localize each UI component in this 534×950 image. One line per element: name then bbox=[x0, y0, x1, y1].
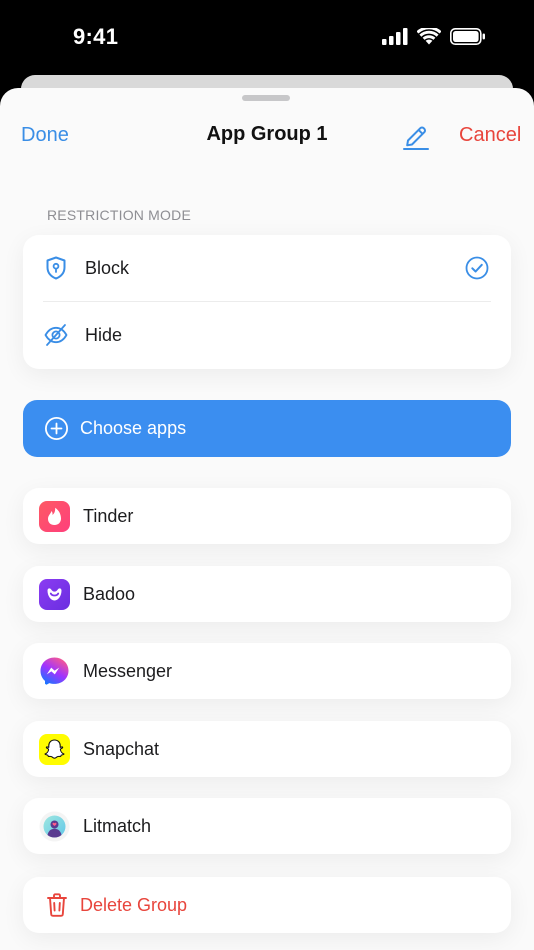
checkmark-circle-icon bbox=[464, 255, 490, 281]
shield-lock-icon bbox=[43, 255, 69, 281]
app-label-litmatch: Litmatch bbox=[83, 816, 152, 836]
mode-option-hide[interactable]: Hide bbox=[23, 302, 511, 368]
mode-label-block: Block bbox=[85, 258, 130, 278]
cellular-signal-icon bbox=[382, 28, 408, 45]
plus-circle-icon bbox=[44, 416, 69, 441]
restriction-mode-label: RESTRICTION MODE bbox=[47, 207, 191, 223]
app-label-badoo: Badoo bbox=[83, 584, 136, 604]
messenger-icon bbox=[39, 656, 70, 687]
snapchat-icon bbox=[39, 734, 70, 765]
mode-label-hide: Hide bbox=[85, 325, 123, 345]
wifi-icon bbox=[417, 28, 441, 45]
litmatch-icon bbox=[39, 811, 70, 842]
app-group-sheet: Done App Group 1 Cancel RESTRICTION MODE… bbox=[0, 88, 534, 950]
eye-slash-icon bbox=[43, 322, 69, 348]
pencil-icon bbox=[403, 126, 429, 150]
badoo-icon bbox=[39, 579, 70, 610]
app-label-tinder: Tinder bbox=[83, 506, 134, 526]
app-row-litmatch[interactable]: Litmatch bbox=[23, 798, 511, 854]
app-label-messenger: Messenger bbox=[83, 661, 173, 681]
app-row-snapchat[interactable]: Snapchat bbox=[23, 721, 511, 777]
status-bar: 9:41 bbox=[0, 0, 534, 76]
app-row-tinder[interactable]: Tinder bbox=[23, 488, 511, 544]
page-title: App Group 1 bbox=[206, 123, 328, 145]
delete-group-label: Delete Group bbox=[80, 895, 188, 915]
tinder-icon bbox=[39, 501, 70, 532]
cancel-button[interactable]: Cancel bbox=[459, 124, 521, 147]
app-label-snapchat: Snapchat bbox=[83, 739, 160, 759]
mode-option-block[interactable]: Block bbox=[23, 235, 511, 301]
sheet-grabber[interactable] bbox=[242, 95, 290, 101]
trash-icon bbox=[45, 892, 69, 918]
status-time: 9:41 bbox=[73, 24, 119, 49]
edit-name-button[interactable] bbox=[402, 120, 430, 150]
status-icons bbox=[382, 28, 486, 45]
choose-apps-button[interactable]: Choose apps bbox=[23, 400, 511, 457]
restriction-mode-card: Block Hide bbox=[23, 235, 511, 369]
app-row-messenger[interactable]: Messenger bbox=[23, 643, 511, 699]
app-row-badoo[interactable]: Badoo bbox=[23, 566, 511, 622]
choose-apps-label: Choose apps bbox=[80, 418, 187, 438]
delete-group-button[interactable]: Delete Group bbox=[23, 877, 511, 933]
battery-icon bbox=[450, 28, 485, 45]
